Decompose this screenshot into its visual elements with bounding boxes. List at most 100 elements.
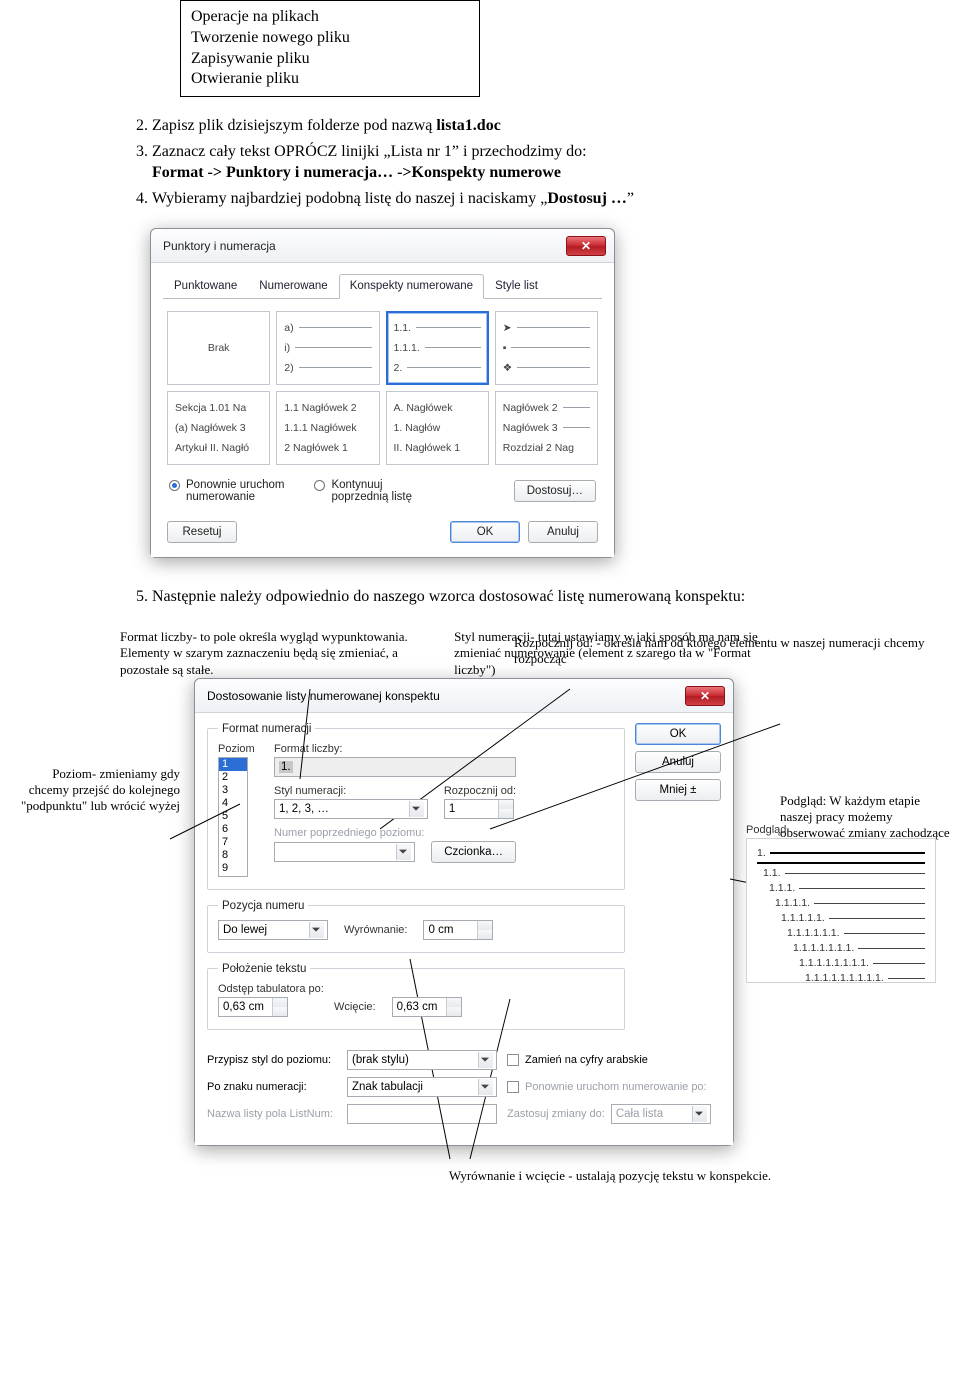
preset-line: Rozdział 2 Nag (503, 442, 574, 454)
level-item[interactable]: 6 (219, 823, 247, 836)
less-button[interactable]: Mniej ± (635, 779, 721, 801)
level-item[interactable]: 5 (219, 810, 247, 823)
radio-icon (169, 480, 180, 491)
cancel-button[interactable]: Anuluj (635, 751, 721, 773)
preset-line: ❖ (503, 362, 512, 374)
file-ops-line: Operacje na plikach (191, 7, 469, 28)
assign-style-label: Przypisz styl do poziomu: (207, 1054, 337, 1066)
apply-to-label: Zastosuj zmiany do: (507, 1108, 605, 1120)
preset-option[interactable]: ➤ ▪ ❖ (495, 311, 598, 385)
preset-label: Brak (208, 342, 230, 354)
radio-label: Kontynuujpoprzednią listę (331, 479, 412, 503)
customize-button[interactable]: Dostosuj… (514, 480, 596, 502)
preset-option-selected[interactable]: 1.1. 1.1.1. 2. (386, 311, 489, 385)
alignment-label: Wyrównanie: (344, 924, 407, 936)
annotated-figure: Format liczby- to pole określa wygląd wy… (10, 629, 950, 1184)
level-label: Poziom (218, 743, 264, 755)
preset-line: 1. Nagłów (394, 422, 441, 434)
combo-value: Cała lista (616, 1108, 663, 1120)
preset-line: (a) Nagłówek 3 (175, 422, 246, 434)
preset-line: 1.1.1 Nagłówek (284, 422, 356, 434)
font-button[interactable]: Czcionka… (431, 841, 516, 863)
level-item[interactable]: 7 (219, 836, 247, 849)
dialog-title: Punktory i numeracja (163, 239, 276, 253)
number-style-label: Styl numeracji: (274, 785, 428, 797)
preset-line: 2. (394, 362, 403, 374)
close-button[interactable]: ✕ (566, 236, 606, 256)
preset-line: A. Nagłówek (394, 402, 453, 414)
preset-line: i) (284, 342, 290, 354)
tab-after-spinner[interactable]: 0,63 cm (218, 997, 288, 1017)
after-number-combo[interactable]: Znak tabulacji (347, 1077, 497, 1097)
arabic-label: Zamień na cyfry arabskie (525, 1054, 648, 1066)
preset-option[interactable]: Sekcja 1.01 Na (a) Nagłówek 3 Artykuł II… (167, 391, 270, 465)
level-item[interactable]: 8 (219, 849, 247, 862)
preset-option[interactable]: A. Nagłówek 1. Nagłów II. Nagłówek 1 (386, 391, 489, 465)
start-at-spinner[interactable]: 1 (444, 799, 514, 819)
tab-bulleted[interactable]: Punktowane (163, 274, 248, 299)
preview-line: 1.1.1. (769, 882, 795, 894)
level-item[interactable]: 3 (219, 784, 247, 797)
preset-line: 2 Nagłówek 1 (284, 442, 348, 454)
customize-outline-dialog: Dostosowanie listy numerowanej konspektu… (194, 678, 734, 1146)
preset-line: a) (284, 322, 293, 334)
step-button-name: Dostosuj … (547, 190, 627, 207)
instruction-step-2: Zapisz plik dzisiejszym folderze pod naz… (152, 115, 900, 137)
ok-button[interactable]: OK (450, 521, 520, 543)
number-format-group: Format numeracji Poziom 1 2 3 (207, 723, 625, 890)
spinner-value: 0 cm (428, 924, 453, 936)
level-item[interactable]: 9 (219, 862, 247, 875)
level-item[interactable]: 2 (219, 771, 247, 784)
instruction-step-5: Następnie należy odpowiednio do naszego … (152, 586, 900, 608)
preset-line: 1.1.1. (394, 342, 420, 354)
assign-style-combo[interactable]: (brak stylu) (347, 1050, 497, 1070)
annotation-level: Poziom- zmieniamy gdy chcemy przejść do … (10, 766, 180, 815)
tab-numbered[interactable]: Numerowane (248, 274, 338, 299)
instruction-list: Zapisz plik dzisiejszym folderze pod naz… (130, 115, 900, 209)
preset-line: Nagłówek 2 (503, 402, 558, 414)
radio-restart-numbering[interactable]: Ponownie uruchomnumerowanie (169, 479, 284, 503)
file-ops-line: Otwieranie pliku (191, 69, 469, 90)
preset-line: 1.1 Nagłówek 2 (284, 402, 356, 414)
step-menu-path: Format -> Punktory i numeracja… ->Konspe… (152, 164, 561, 181)
ok-button[interactable]: OK (635, 723, 721, 745)
radio-icon (314, 480, 325, 491)
spinner-value: 1 (449, 803, 455, 815)
radio-label: Ponownie uruchomnumerowanie (186, 479, 284, 503)
combo-value: 1, 2, 3, … (279, 803, 329, 815)
number-format-input[interactable]: 1. (274, 757, 516, 777)
preview-line: 1. (757, 847, 766, 859)
tab-outline-numbered[interactable]: Konspekty numerowane (339, 274, 484, 299)
listnum-name-label: Nazwa listy pola ListNum: (207, 1108, 337, 1120)
preset-option[interactable]: 1.1 Nagłówek 2 1.1.1 Nagłówek 2 Nagłówek… (276, 391, 379, 465)
dialog-titlebar: Punktory i numeracja ✕ (151, 229, 614, 263)
preset-option[interactable]: a) i) 2) (276, 311, 379, 385)
indent-label: Wcięcie: (334, 1001, 376, 1013)
cancel-button[interactable]: Anuluj (528, 521, 598, 543)
alignment-spinner[interactable]: 0 cm (423, 920, 493, 940)
level-item[interactable]: 4 (219, 797, 247, 810)
combo-value: Do lewej (223, 924, 267, 936)
indent-spinner[interactable]: 0,63 cm (392, 997, 462, 1017)
text-position-group: Położenie tekstu Odstęp tabulatora po: 0… (207, 963, 625, 1030)
reset-button[interactable]: Resetuj (167, 521, 237, 543)
preview-line: 1.1.1.1.1.1.1.1. (799, 957, 869, 969)
dialog-title: Dostosowanie listy numerowanej konspektu (207, 689, 440, 703)
radio-continue-list[interactable]: Kontynuujpoprzednią listę (314, 479, 412, 503)
file-operations-list: Operacje na plikach Tworzenie nowego pli… (180, 0, 480, 97)
combo-value: (brak stylu) (352, 1054, 409, 1066)
spinner-value: 0,63 cm (397, 1001, 438, 1013)
number-format-value: 1. (279, 761, 293, 773)
level-listbox[interactable]: 1 2 3 4 5 6 7 8 (218, 757, 248, 877)
level-item[interactable]: 1 (219, 758, 247, 771)
close-button[interactable]: ✕ (685, 686, 725, 706)
preset-none[interactable]: Brak (167, 311, 270, 385)
restart-checkbox (507, 1081, 519, 1093)
preset-option[interactable]: Nagłówek 2 Nagłówek 3 Rozdział 2 Nag (495, 391, 598, 465)
file-ops-line: Zapisywanie pliku (191, 49, 469, 70)
number-style-combo[interactable]: 1, 2, 3, … (274, 799, 428, 819)
number-align-combo[interactable]: Do lewej (218, 920, 328, 940)
arabic-checkbox[interactable] (507, 1054, 519, 1066)
preset-line: Sekcja 1.01 Na (175, 402, 246, 414)
tab-list-styles[interactable]: Style list (484, 274, 549, 299)
